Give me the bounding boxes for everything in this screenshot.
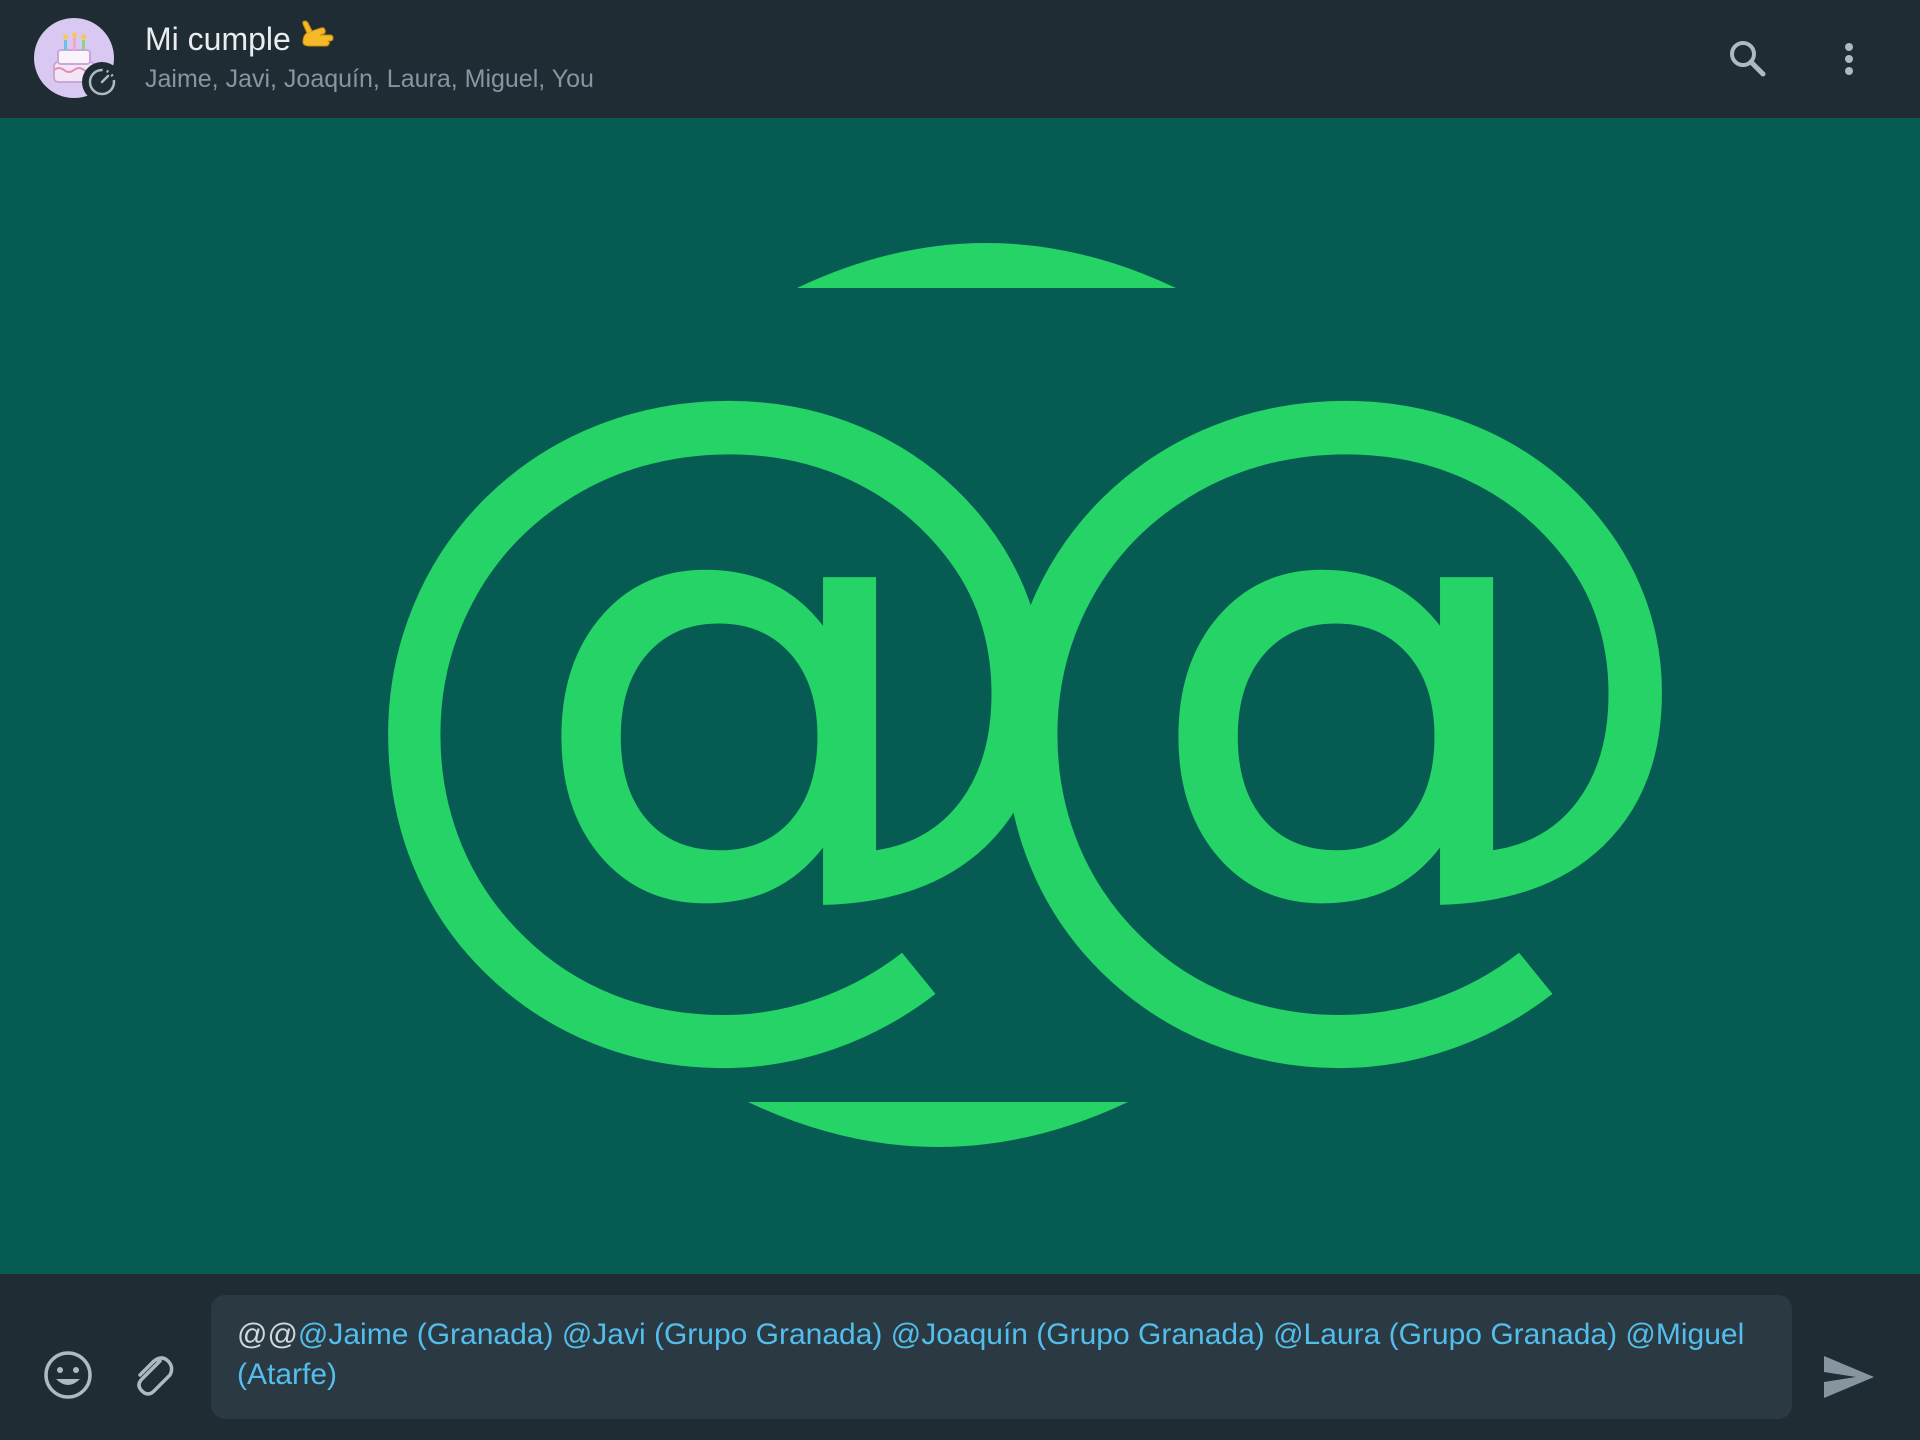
message-input[interactable]: @@@Jaime (Granada) @Javi (Grupo Granada)… [211,1295,1792,1419]
mention-token: @Joaquín (Grupo Granada) [890,1318,1265,1351]
chat-header: Mi cumple Jaime, Javi, Joaquín, Laura, M… [0,0,1920,118]
send-button[interactable] [1820,1352,1876,1408]
emoji-icon [44,1351,92,1399]
more-vertical-icon [1845,43,1853,75]
call-me-hand-emoji [299,20,335,61]
search-icon [1730,41,1766,77]
chat-title[interactable]: Mi cumple [145,20,335,61]
attach-button[interactable] [124,1347,180,1403]
mention-token: @Javi (Grupo Granada) [561,1318,883,1351]
search-button[interactable] [1723,34,1773,84]
send-icon [1824,1356,1874,1398]
double-at-sign-mention-icon: @ @ [338,232,1715,1147]
emoji-button[interactable] [40,1347,96,1403]
group-avatar[interactable] [34,18,122,102]
more-options-button[interactable] [1824,34,1874,84]
typed-prefix: @@ [237,1318,298,1351]
mention-illustration-area: @ @ [0,118,1920,1274]
participants-list[interactable]: Jaime, Javi, Joaquín, Laura, Miguel, You [145,64,594,94]
disappearing-timer-icon [82,62,122,102]
mention-token: @Jaime (Granada) [297,1318,554,1351]
mention-token: @Laura (Grupo Granada) [1273,1318,1618,1351]
chat-title-text: Mi cumple [145,21,291,57]
paperclip-icon [137,1356,174,1396]
svg-text:@: @ [955,232,1715,1116]
